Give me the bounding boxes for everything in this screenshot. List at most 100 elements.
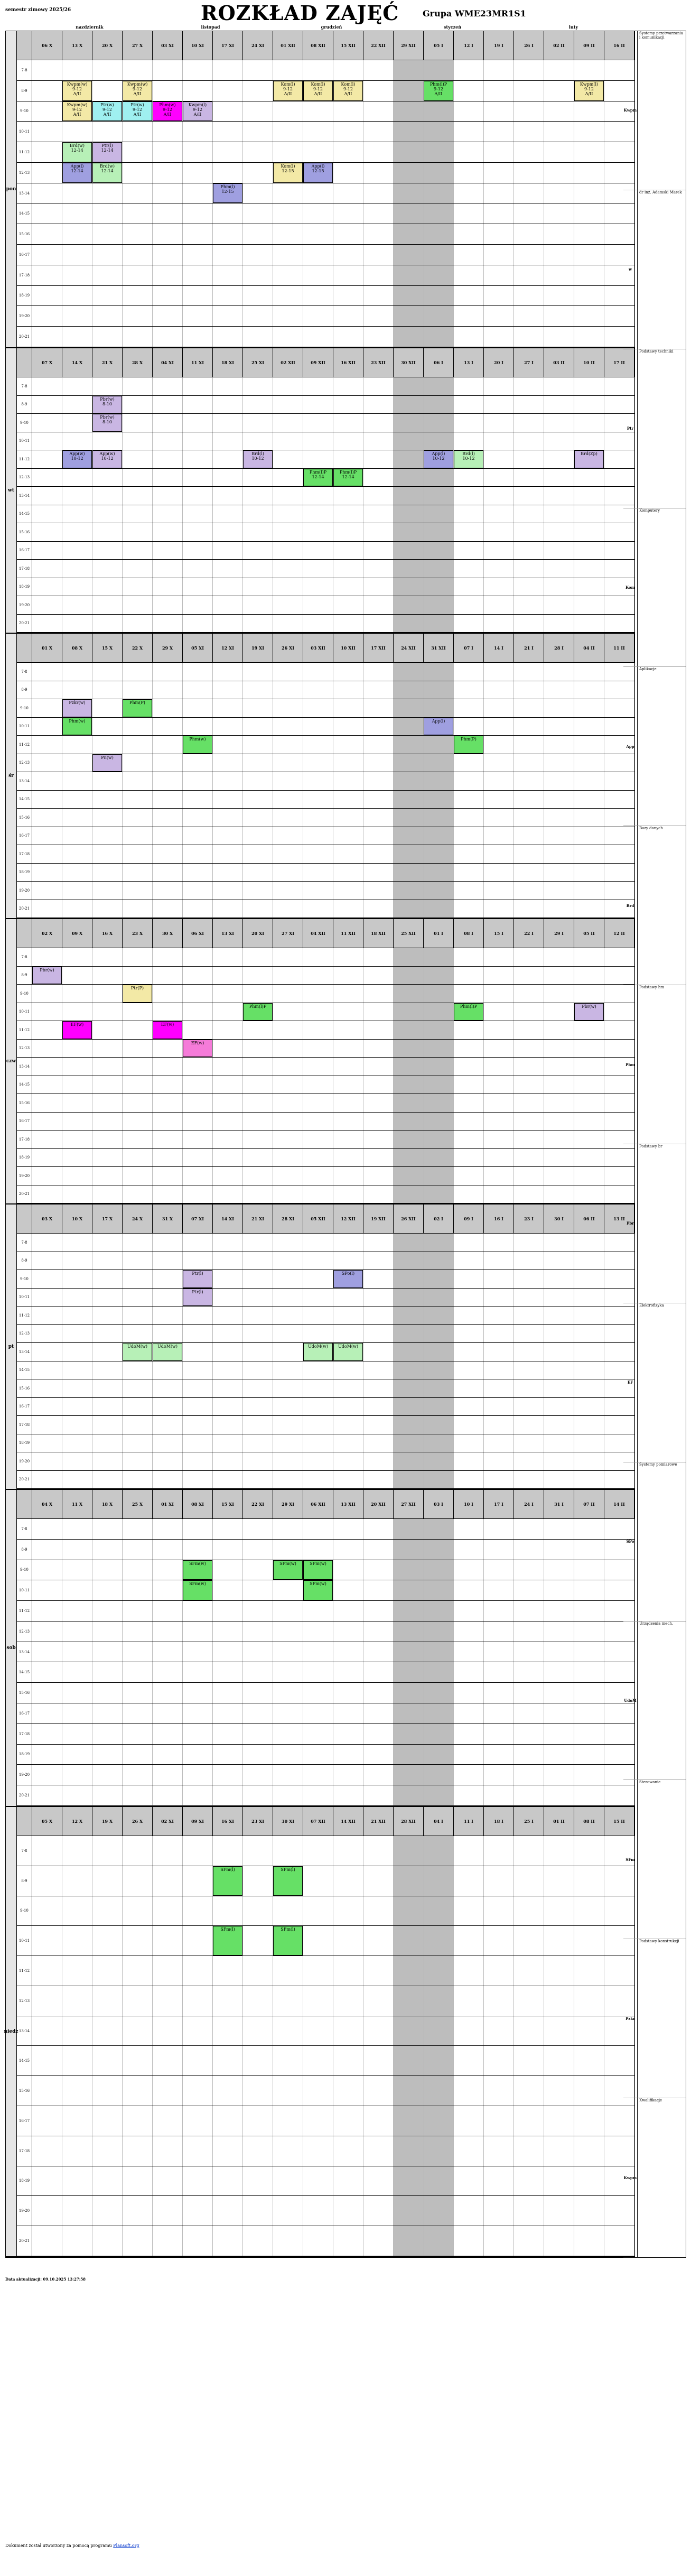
schedule-cell[interactable] xyxy=(454,505,484,523)
schedule-cell[interactable] xyxy=(153,224,183,245)
schedule-cell[interactable] xyxy=(153,845,183,863)
schedule-cell[interactable] xyxy=(514,578,544,596)
schedule-cell[interactable] xyxy=(363,1234,394,1252)
schedule-cell[interactable] xyxy=(243,327,273,347)
schedule-cell[interactable] xyxy=(363,790,394,808)
schedule-cell[interactable] xyxy=(484,1288,514,1306)
schedule-cell[interactable] xyxy=(32,1324,62,1342)
schedule-cell[interactable] xyxy=(32,736,62,754)
schedule-cell[interactable] xyxy=(123,327,153,347)
schedule-cell[interactable] xyxy=(544,1185,574,1203)
schedule-cell[interactable] xyxy=(544,1416,574,1434)
schedule-cell[interactable] xyxy=(394,717,424,735)
schedule-cell[interactable] xyxy=(514,80,544,101)
schedule-cell[interactable] xyxy=(484,1343,514,1361)
schedule-cell[interactable] xyxy=(363,60,394,80)
schedule-cell[interactable] xyxy=(243,772,273,790)
schedule-cell[interactable] xyxy=(544,809,574,827)
schedule-cell[interactable] xyxy=(183,1896,213,1926)
schedule-cell[interactable] xyxy=(62,1003,92,1021)
schedule-cell[interactable] xyxy=(213,1434,243,1452)
schedule-cell[interactable] xyxy=(123,1021,153,1039)
schedule-cell[interactable] xyxy=(32,162,62,183)
schedule-cell[interactable] xyxy=(183,60,213,80)
schedule-cell[interactable] xyxy=(273,395,303,413)
schedule-cell[interactable] xyxy=(243,754,273,772)
schedule-cell[interactable] xyxy=(574,224,604,245)
schedule-cell[interactable] xyxy=(363,2226,394,2256)
schedule-cell[interactable] xyxy=(213,2226,243,2256)
schedule-cell[interactable] xyxy=(243,1785,273,1805)
schedule-cell[interactable] xyxy=(333,2046,363,2076)
schedule-cell[interactable] xyxy=(544,1039,574,1057)
schedule-cell[interactable]: SFm(l) xyxy=(273,1866,303,1896)
schedule-cell[interactable] xyxy=(574,966,604,984)
schedule-cell[interactable] xyxy=(484,1270,514,1288)
schedule-cell[interactable] xyxy=(424,162,454,183)
schedule-cell[interactable] xyxy=(514,900,544,918)
schedule-cell[interactable] xyxy=(544,2136,574,2166)
schedule-cell[interactable] xyxy=(183,578,213,596)
schedule-cell[interactable] xyxy=(574,1076,604,1094)
schedule-cell[interactable] xyxy=(213,2196,243,2226)
schedule-cell[interactable] xyxy=(363,1094,394,1112)
schedule-cell[interactable] xyxy=(183,1003,213,1021)
schedule-cell[interactable] xyxy=(363,1560,394,1580)
schedule-cell[interactable] xyxy=(62,1234,92,1252)
class-block[interactable]: UdoM(w) xyxy=(303,1343,333,1361)
schedule-cell[interactable] xyxy=(424,966,454,984)
schedule-cell[interactable] xyxy=(123,1560,153,1580)
schedule-cell[interactable] xyxy=(153,985,183,1003)
schedule-cell[interactable] xyxy=(514,1288,544,1306)
schedule-cell[interactable] xyxy=(394,523,424,541)
schedule-cell[interactable] xyxy=(32,699,62,717)
schedule-cell[interactable] xyxy=(303,432,333,450)
schedule-cell[interactable] xyxy=(574,1470,604,1488)
schedule-cell[interactable]: SFm(w) xyxy=(273,1560,303,1580)
schedule-cell[interactable] xyxy=(574,414,604,432)
schedule-cell[interactable] xyxy=(514,2136,544,2166)
schedule-cell[interactable] xyxy=(273,809,303,827)
schedule-cell[interactable] xyxy=(363,1601,394,1621)
schedule-cell[interactable] xyxy=(363,523,394,541)
schedule-cell[interactable] xyxy=(303,1361,333,1379)
schedule-cell[interactable] xyxy=(333,772,363,790)
schedule-cell[interactable] xyxy=(544,1560,574,1580)
schedule-cell[interactable] xyxy=(333,541,363,559)
schedule-cell[interactable] xyxy=(363,1039,394,1057)
schedule-cell[interactable] xyxy=(574,1185,604,1203)
schedule-cell[interactable] xyxy=(424,1094,454,1112)
schedule-cell[interactable] xyxy=(544,505,574,523)
schedule-cell[interactable] xyxy=(62,948,92,966)
schedule-cell[interactable] xyxy=(273,882,303,900)
schedule-cell[interactable] xyxy=(243,2076,273,2106)
class-block[interactable]: Brd(l) 10-12 xyxy=(243,450,273,468)
schedule-cell[interactable] xyxy=(514,1324,544,1342)
schedule-cell[interactable] xyxy=(484,596,514,614)
schedule-cell[interactable] xyxy=(123,2016,153,2046)
schedule-cell[interactable]: Pbr(w) xyxy=(32,966,62,984)
schedule-cell[interactable] xyxy=(243,1470,273,1488)
schedule-cell[interactable] xyxy=(273,1379,303,1397)
schedule-cell[interactable] xyxy=(303,1744,333,1765)
schedule-cell[interactable] xyxy=(32,2016,62,2046)
schedule-cell[interactable] xyxy=(303,505,333,523)
schedule-cell[interactable] xyxy=(424,1416,454,1434)
schedule-cell[interactable] xyxy=(574,1785,604,1805)
schedule-cell[interactable] xyxy=(92,560,123,578)
schedule-cell[interactable] xyxy=(243,1765,273,1785)
schedule-cell[interactable] xyxy=(92,1785,123,1805)
schedule-cell[interactable] xyxy=(424,1452,454,1470)
schedule-cell[interactable] xyxy=(574,1434,604,1452)
schedule-cell[interactable] xyxy=(333,1112,363,1130)
schedule-cell[interactable] xyxy=(544,245,574,265)
schedule-cell[interactable] xyxy=(363,1397,394,1415)
schedule-cell[interactable] xyxy=(213,1416,243,1434)
schedule-cell[interactable] xyxy=(544,578,574,596)
schedule-cell[interactable] xyxy=(574,772,604,790)
schedule-cell[interactable] xyxy=(454,1252,484,1270)
schedule-cell[interactable] xyxy=(303,560,333,578)
schedule-cell[interactable] xyxy=(454,2226,484,2256)
schedule-cell[interactable] xyxy=(424,863,454,881)
schedule-cell[interactable] xyxy=(123,1683,153,1703)
